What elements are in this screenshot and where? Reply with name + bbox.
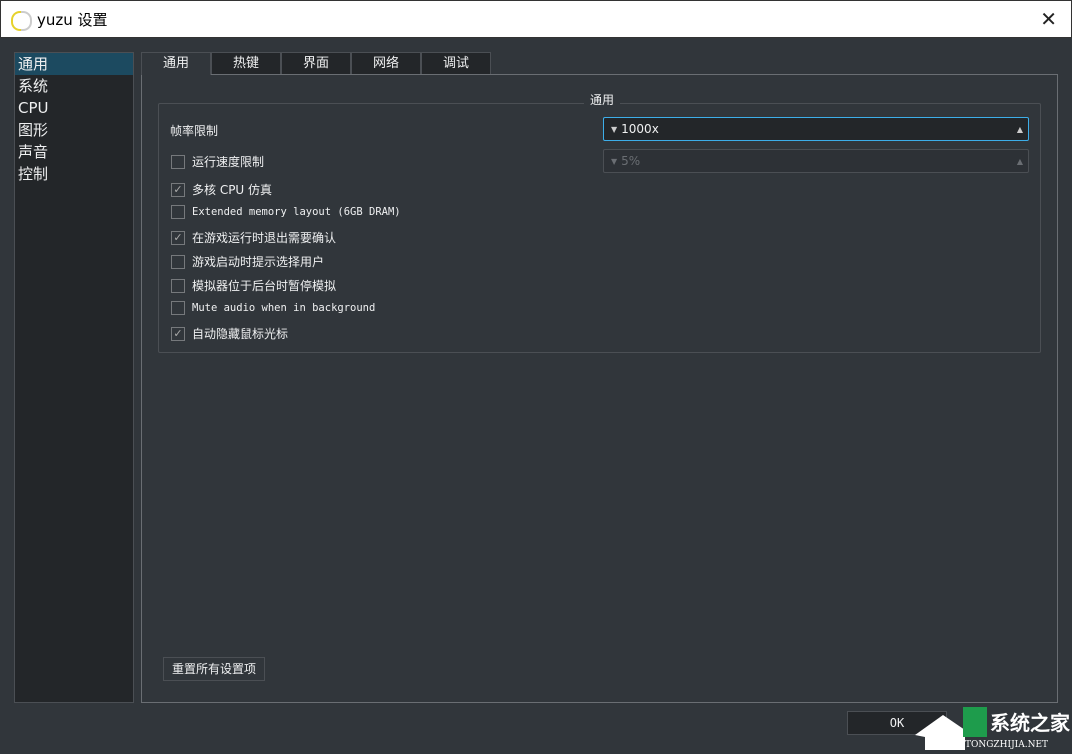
watermark-url: XITONGZHIJIA.NET (955, 740, 1048, 750)
checkmark-icon[interactable]: ✓ (171, 326, 185, 341)
checkbox-icon[interactable] (171, 254, 185, 269)
yuzu-logo-icon (11, 9, 32, 31)
sidebar-item-audio[interactable]: 声音 (15, 141, 133, 163)
checkmark-icon[interactable]: ✓ (171, 182, 185, 197)
arrow-down-icon[interactable]: ▼ (611, 157, 617, 166)
checkbox-label: 运行速度限制 (192, 155, 265, 169)
tab-hotkeys[interactable]: 热键 (211, 52, 281, 74)
sidebar-item-controls[interactable]: 控制 (15, 163, 133, 185)
checkbox-label: 多核 CPU 仿真 (192, 183, 273, 197)
title-bar: yuzu 设置 ✕ (0, 0, 1072, 38)
sidebar-item-cpu[interactable]: CPU (15, 97, 133, 119)
sidebar-item-graphics[interactable]: 图形 (15, 119, 133, 141)
checkbox-pause-background[interactable]: 模拟器位于后台时暂停模拟 (171, 277, 336, 294)
tab-bar: 通用 热键 界面 网络 调试 (141, 52, 491, 75)
checkbox-icon[interactable] (171, 205, 185, 219)
checkbox-hide-mouse[interactable]: ✓ 自动隐藏鼠标光标 (171, 325, 288, 342)
checkbox-icon[interactable] (171, 154, 185, 169)
checkmark-icon[interactable]: ✓ (171, 230, 185, 245)
group-title: 通用 (584, 91, 621, 108)
tab-general[interactable]: 通用 (141, 52, 211, 75)
checkbox-multicore[interactable]: ✓ 多核 CPU 仿真 (171, 181, 272, 198)
arrow-up-icon[interactable]: ▲ (1017, 125, 1023, 134)
checkbox-icon[interactable] (171, 278, 185, 293)
checkbox-label: Mute audio when in background (192, 302, 376, 314)
checkbox-speed-limit[interactable]: 运行速度限制 (171, 153, 264, 170)
close-icon[interactable]: ✕ (1040, 7, 1057, 31)
checkbox-confirm-exit[interactable]: ✓ 在游戏运行时退出需要确认 (171, 229, 336, 246)
checkbox-label: 在游戏运行时退出需要确认 (192, 231, 337, 245)
category-list[interactable]: 通用 系统 CPU 图形 声音 控制 (14, 52, 134, 703)
frame-limit-value: 1000x (621, 122, 659, 136)
frame-limit-spinbox[interactable]: ▼ 1000x ▲ (603, 117, 1029, 141)
checkbox-select-user[interactable]: 游戏启动时提示选择用户 (171, 253, 324, 270)
checkbox-label: 模拟器位于后台时暂停模拟 (192, 279, 337, 293)
tab-ui[interactable]: 界面 (281, 52, 351, 74)
checkbox-extended-memory[interactable]: Extended memory layout (6GB DRAM) (171, 205, 401, 219)
speed-limit-spinbox[interactable]: ▼ 5% ▲ (603, 149, 1029, 173)
sidebar-item-system[interactable]: 系统 (15, 75, 133, 97)
frame-limit-label: 帧率限制 (170, 124, 219, 138)
watermark-logo: 系统之家 XITONGZHIJIA.NET (915, 705, 1072, 750)
arrow-down-icon[interactable]: ▼ (611, 125, 617, 134)
tab-network[interactable]: 网络 (351, 52, 421, 74)
checkbox-label: 游戏启动时提示选择用户 (192, 255, 325, 269)
sidebar-item-general[interactable]: 通用 (15, 53, 133, 75)
reset-all-button[interactable]: 重置所有设置项 (163, 657, 265, 681)
speed-limit-value: 5% (621, 154, 641, 168)
tab-debug[interactable]: 调试 (421, 52, 491, 74)
arrow-up-icon[interactable]: ▲ (1017, 157, 1023, 166)
house-icon: 系统之家 XITONGZHIJIA.NET (915, 707, 1071, 750)
watermark-text: 系统之家 (990, 711, 1071, 735)
checkbox-label: 自动隐藏鼠标光标 (192, 327, 289, 341)
window-title: yuzu 设置 (37, 10, 108, 29)
checkbox-label: Extended memory layout (6GB DRAM) (192, 206, 401, 218)
checkbox-icon[interactable] (171, 301, 185, 315)
checkbox-mute-background[interactable]: Mute audio when in background (171, 301, 375, 315)
